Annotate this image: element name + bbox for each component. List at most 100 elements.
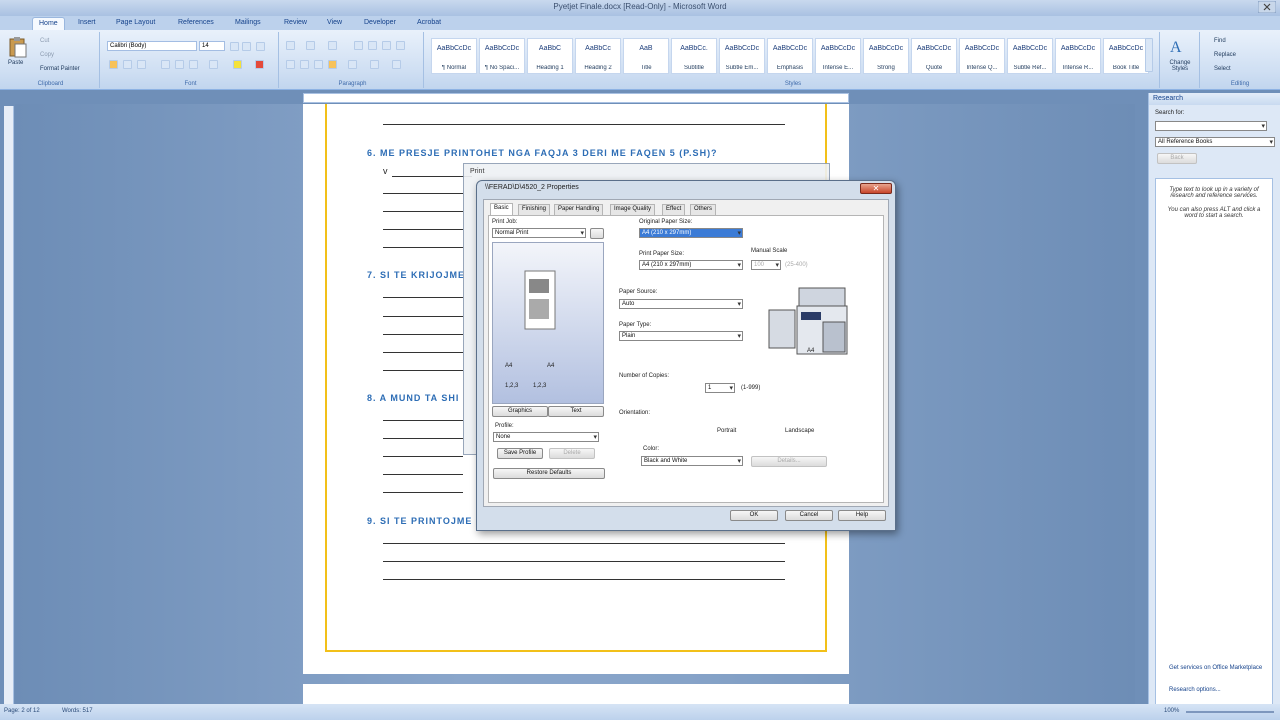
paper-source-select[interactable]: Auto — [619, 299, 743, 309]
question-8[interactable]: 8. A MUND TA SHI — [367, 393, 459, 403]
tab-acrobat[interactable]: Acrobat — [411, 17, 447, 30]
styles-more-icon[interactable] — [1145, 38, 1153, 72]
sort-icon[interactable] — [382, 41, 391, 50]
profile-select[interactable]: None — [493, 432, 599, 442]
office-marketplace-link[interactable]: Get services on Office Marketplace — [1169, 665, 1262, 671]
replace-button[interactable]: Replace — [1214, 52, 1236, 58]
style-tile[interactable]: AaBbCcDc Quote — [911, 38, 957, 74]
style-tile[interactable]: AaBbCcDc Emphasis — [767, 38, 813, 74]
strikethrough-icon[interactable] — [161, 60, 170, 69]
find-button[interactable]: Find — [1214, 38, 1226, 44]
style-tile[interactable]: AaBbCcDc ¶ No Spaci... — [479, 38, 525, 74]
underline-icon[interactable] — [137, 60, 146, 69]
style-tile[interactable]: AaBbCcDc Intense R... — [1055, 38, 1101, 74]
tab-page-layout[interactable]: Page Layout — [110, 17, 161, 30]
text-tab[interactable]: Text — [548, 406, 604, 417]
bullets-icon[interactable] — [286, 41, 295, 50]
shading-icon[interactable] — [370, 60, 379, 69]
tab-finishing[interactable]: Finishing — [518, 204, 551, 215]
numbering-icon[interactable] — [306, 41, 315, 50]
tab-view[interactable]: View — [321, 17, 348, 30]
manual-scale-checkbox[interactable]: Manual Scale — [751, 248, 787, 254]
delete-profile-button[interactable]: Delete — [549, 448, 595, 459]
vertical-ruler[interactable] — [4, 106, 14, 706]
color-details-button[interactable]: Details... — [751, 456, 827, 467]
window-close-icon[interactable] — [1258, 1, 1276, 13]
page-count[interactable]: Page: 2 of 12 — [4, 708, 40, 714]
research-back-button[interactable]: Back — [1157, 153, 1197, 164]
style-tile[interactable]: AaBbCc Heading 2 — [575, 38, 621, 74]
change-styles-icon[interactable]: A — [1168, 36, 1190, 56]
tab-mailings[interactable]: Mailings — [229, 17, 267, 30]
properties-close-button[interactable]: ✕ — [860, 183, 892, 194]
subscript-icon[interactable] — [175, 60, 184, 69]
align-center-icon[interactable] — [300, 60, 309, 69]
style-tile[interactable]: AaBbCcDc Intense Q... — [959, 38, 1005, 74]
zoom-slider[interactable] — [1186, 711, 1274, 713]
shrink-font-icon[interactable] — [242, 42, 251, 51]
show-marks-icon[interactable] — [396, 41, 405, 50]
scale-input[interactable]: 100 — [751, 260, 781, 270]
tab-others[interactable]: Others — [690, 204, 717, 215]
portrait-radio[interactable]: Portrait — [717, 428, 736, 434]
landscape-radio[interactable]: Landscape — [785, 428, 814, 434]
document-page-next[interactable] — [303, 684, 849, 704]
style-tile[interactable]: AaB Title — [623, 38, 669, 74]
justify-icon[interactable] — [328, 60, 337, 69]
tab-paper-handling[interactable]: Paper Handling — [554, 204, 604, 215]
word-count[interactable]: Words: 517 — [62, 708, 93, 714]
decrease-indent-icon[interactable] — [354, 41, 363, 50]
style-tile[interactable]: AaBbCcDc Strong — [863, 38, 909, 74]
select-button[interactable]: Select — [1214, 66, 1231, 72]
font-size-combo[interactable]: 14 — [199, 41, 225, 51]
bold-icon[interactable] — [109, 60, 118, 69]
save-profile-button[interactable]: Save Profile — [497, 448, 543, 459]
cancel-button[interactable]: Cancel — [785, 510, 833, 521]
style-tile[interactable]: AaBbCcDc Subtle Ref... — [1007, 38, 1053, 74]
paper-type-select[interactable]: Plain — [619, 331, 743, 341]
cut-button[interactable]: Cut — [40, 38, 49, 44]
multilevel-list-icon[interactable] — [328, 41, 337, 50]
help-button[interactable]: Help — [838, 510, 886, 521]
tab-review[interactable]: Review — [278, 17, 313, 30]
clear-format-icon[interactable] — [256, 42, 265, 51]
question-6[interactable]: 6. ME PRESJE PRINTOHET NGA FAQJA 3 DERI … — [367, 148, 718, 158]
change-case-icon[interactable] — [209, 60, 218, 69]
style-tile[interactable]: AaBbCcDc Intense E... — [815, 38, 861, 74]
zoom-level[interactable]: 100% — [1164, 708, 1179, 714]
print-job-select[interactable]: Normal Print — [492, 228, 586, 238]
align-right-icon[interactable] — [314, 60, 323, 69]
style-tile[interactable]: AaBbC Heading 1 — [527, 38, 573, 74]
format-painter-button[interactable]: Format Painter — [40, 66, 80, 72]
copies-input[interactable]: 1 — [705, 383, 735, 393]
restore-defaults-button[interactable]: Restore Defaults — [493, 468, 605, 479]
research-search-input[interactable] — [1155, 121, 1267, 131]
paste-button[interactable]: Paste — [8, 60, 23, 66]
ok-button[interactable]: OK — [730, 510, 778, 521]
print-paper-select[interactable]: A4 (210 x 297mm) — [639, 260, 743, 270]
graphics-tab[interactable]: Graphics — [492, 406, 548, 417]
font-name-combo[interactable]: Calibri (Body) — [107, 41, 197, 51]
question-6-answer[interactable]: v — [383, 166, 389, 176]
superscript-icon[interactable] — [189, 60, 198, 69]
change-styles-button[interactable]: Change Styles — [1162, 60, 1198, 72]
reference-books-select[interactable]: All Reference Books — [1155, 137, 1275, 147]
align-left-icon[interactable] — [286, 60, 295, 69]
horizontal-ruler[interactable] — [303, 93, 849, 103]
style-tile[interactable]: AaBbCcDc ¶ Normal — [431, 38, 477, 74]
paste-icon[interactable] — [8, 36, 28, 58]
tab-insert[interactable]: Insert — [72, 17, 102, 30]
style-tile[interactable]: AaBbCc. Subtitle — [671, 38, 717, 74]
style-tile[interactable]: AaBbCcDc Book Title — [1103, 38, 1149, 74]
question-9[interactable]: 9. SI TE PRINTOJME — [367, 516, 472, 526]
grow-font-icon[interactable] — [230, 42, 239, 51]
italic-icon[interactable] — [123, 60, 132, 69]
research-options-link[interactable]: Research options... — [1169, 687, 1221, 693]
color-select[interactable]: Black and White — [641, 456, 743, 466]
increase-indent-icon[interactable] — [368, 41, 377, 50]
highlight-icon[interactable] — [233, 60, 242, 69]
tab-home[interactable]: Home — [32, 17, 65, 30]
font-color-icon[interactable] — [255, 60, 264, 69]
tab-references[interactable]: References — [172, 17, 220, 30]
line-spacing-icon[interactable] — [348, 60, 357, 69]
